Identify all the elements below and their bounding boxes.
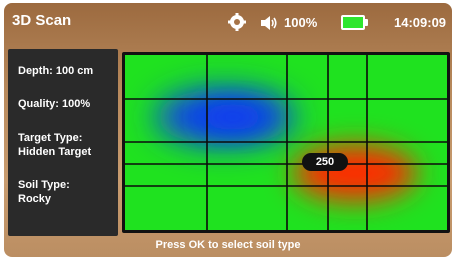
soil-type-label: Soil Type: bbox=[18, 179, 70, 191]
battery-icon bbox=[341, 15, 368, 30]
info-panel: Depth: 100 cm Quality: 100% Target Type:… bbox=[8, 49, 118, 236]
quality-readout: Quality: 100% bbox=[18, 98, 91, 110]
target-type-value: Hidden Target bbox=[18, 146, 92, 158]
scan-heatmap bbox=[125, 55, 447, 230]
app-title: 3D Scan bbox=[12, 12, 72, 29]
gear-icon[interactable] bbox=[228, 13, 246, 31]
target-type-label: Target Type: bbox=[18, 132, 83, 144]
scan-view[interactable] bbox=[122, 52, 450, 233]
heatmap-svg bbox=[125, 55, 447, 230]
target-value-label: 250 bbox=[302, 153, 348, 171]
soil-type-value: Rocky bbox=[18, 193, 52, 205]
low-signal-core bbox=[199, 103, 267, 131]
clock: 14:09:09 bbox=[394, 15, 447, 30]
status-bar: 3D Scan 100% 14:09:09 bbox=[4, 3, 452, 39]
depth-readout: Depth: 100 cm bbox=[18, 65, 94, 77]
footer-hint: Press OK to select soil type bbox=[155, 239, 301, 251]
speaker-icon[interactable] bbox=[260, 15, 278, 31]
battery-percent: 100% bbox=[284, 15, 318, 30]
device-screen: 3D Scan 100% 14:09:09 Depth: 100 cm Qual… bbox=[4, 3, 452, 257]
